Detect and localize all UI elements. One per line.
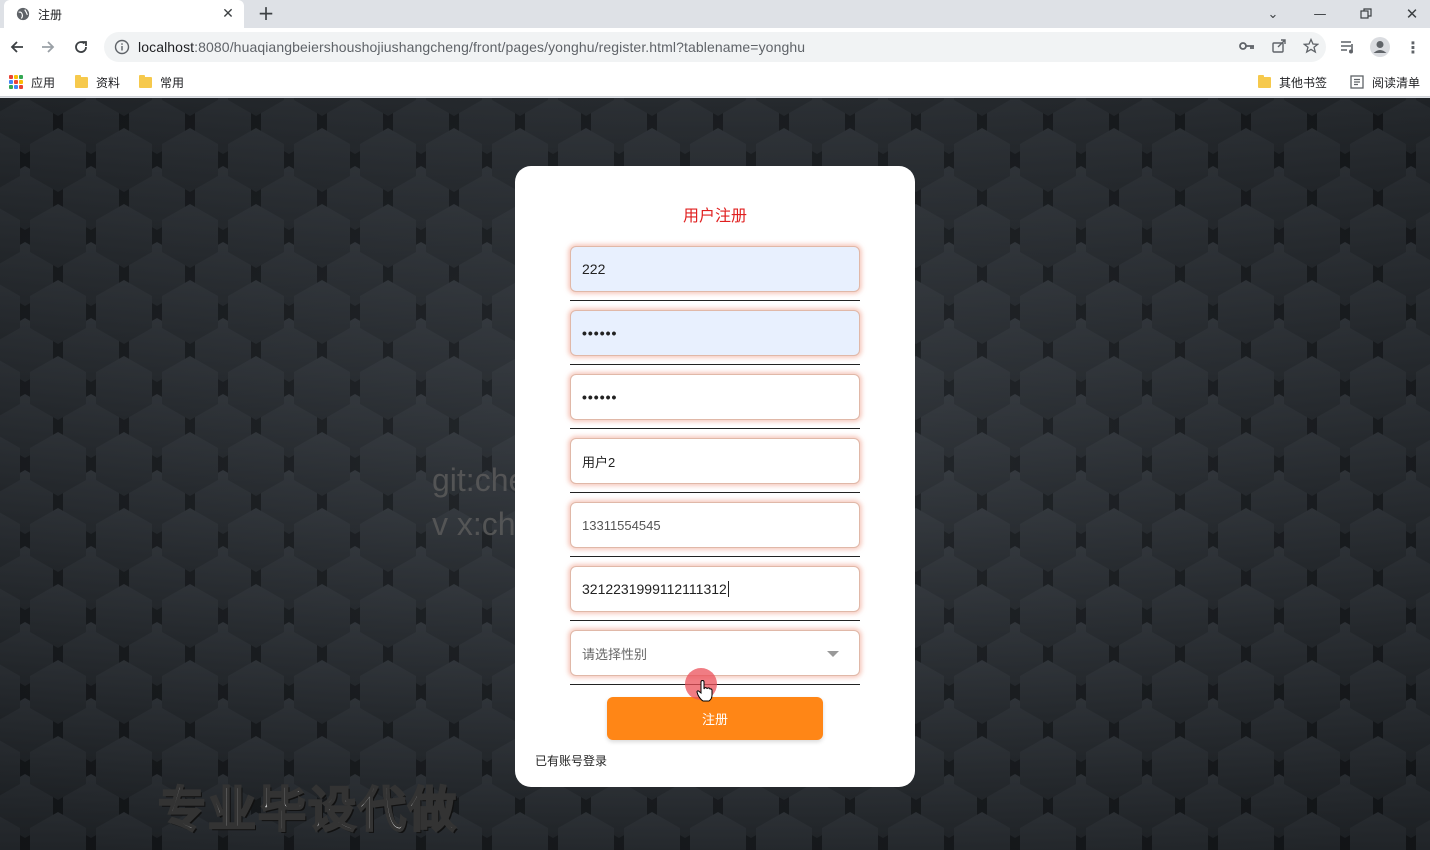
username-field: 用户2 [570, 438, 860, 493]
id-card-input[interactable]: 321223199911211131​2 [570, 566, 860, 612]
folder-icon [75, 74, 88, 88]
media-icon[interactable] [1336, 35, 1360, 59]
field-underline [570, 620, 860, 621]
field-underline [570, 428, 860, 429]
share-icon[interactable] [1270, 37, 1288, 55]
profile-avatar[interactable] [1368, 35, 1392, 59]
page-viewport: git:chenqi199 v x:chen_q123456 用户注册 222 … [0, 98, 1430, 850]
folder-icon [1258, 74, 1271, 88]
tab-search-icon[interactable]: ⌄ [1250, 0, 1296, 28]
account-input[interactable]: 222 [570, 246, 860, 292]
reload-button[interactable] [69, 35, 93, 59]
bookmark-apps[interactable]: 应用 [9, 72, 55, 92]
field-underline [570, 556, 860, 557]
caret-down-icon [827, 651, 839, 657]
form-title: 用户注册 [682, 206, 747, 225]
confirm-password-field: •••••• [570, 374, 860, 429]
field-underline [570, 364, 860, 365]
bookmarks-bar: 应用 资料 常用 其他书签 阅读清单 [0, 66, 1430, 97]
gender-select[interactable]: 请选择性别 [570, 630, 860, 676]
reading-list-button[interactable]: 阅读清单 [1350, 72, 1420, 92]
menu-icon[interactable]: ⋮ [1401, 35, 1425, 59]
register-card: 用户注册 222 •••••• •••••• 用户2 13311554545 3… [515, 166, 915, 787]
bookmark-other[interactable]: 其他书签 [1258, 72, 1327, 92]
tab-title: 注册 [38, 7, 63, 22]
reading-list-icon [1350, 75, 1364, 89]
apps-grid-icon [9, 75, 23, 89]
hand-pointer-icon [696, 680, 713, 702]
minimize-button[interactable]: — [1297, 0, 1343, 28]
id-card-field: 321223199911211131​2 [570, 566, 860, 621]
key-icon[interactable] [1238, 37, 1256, 55]
account-field: 222 [570, 246, 860, 301]
tab-strip: 注册 ✕ + ⌄ — ✕ [0, 0, 1430, 28]
login-link[interactable]: 已有账号登录 [535, 752, 607, 769]
confirm-password-input[interactable]: •••••• [570, 374, 860, 420]
browser-toolbar: localhost:8080/huaqiangbeiershoushojiush… [0, 28, 1430, 66]
password-field: •••••• [570, 310, 860, 365]
close-tab-icon[interactable]: ✕ [220, 6, 236, 22]
back-button[interactable] [5, 35, 29, 59]
gender-field: 请选择性别 [570, 630, 860, 685]
restore-button[interactable] [1343, 0, 1389, 28]
url-text[interactable]: localhost:8080/huaqiangbeiershoushojiush… [138, 39, 805, 55]
phone-field: 13311554545 [570, 502, 860, 557]
address-bar[interactable]: localhost:8080/huaqiangbeiershoushojiush… [104, 32, 1326, 62]
text-cursor [727, 581, 729, 597]
bookmark-folder-ziliao[interactable]: 资料 [75, 72, 120, 92]
password-input[interactable]: •••••• [570, 310, 860, 356]
phone-input[interactable]: 13311554545 [570, 502, 860, 548]
close-window-button[interactable]: ✕ [1389, 0, 1430, 28]
folder-icon [139, 74, 152, 88]
new-tab-button[interactable]: + [254, 2, 278, 26]
info-icon[interactable] [114, 39, 130, 55]
globe-icon [16, 7, 30, 21]
star-icon[interactable] [1302, 37, 1320, 55]
arrow-left-icon [10, 41, 23, 53]
forward-button[interactable] [36, 35, 60, 59]
arrow-right-icon [42, 41, 55, 53]
field-underline [570, 300, 860, 301]
username-input[interactable]: 用户2 [570, 438, 860, 484]
register-button[interactable]: 注册 [607, 697, 823, 740]
bookmark-folder-changyong[interactable]: 常用 [139, 72, 184, 92]
brand-watermark: 专业毕设代做 [157, 781, 459, 839]
tab-register[interactable]: 注册 ✕ [4, 0, 244, 28]
field-underline [570, 492, 860, 493]
reload-icon [75, 41, 87, 53]
